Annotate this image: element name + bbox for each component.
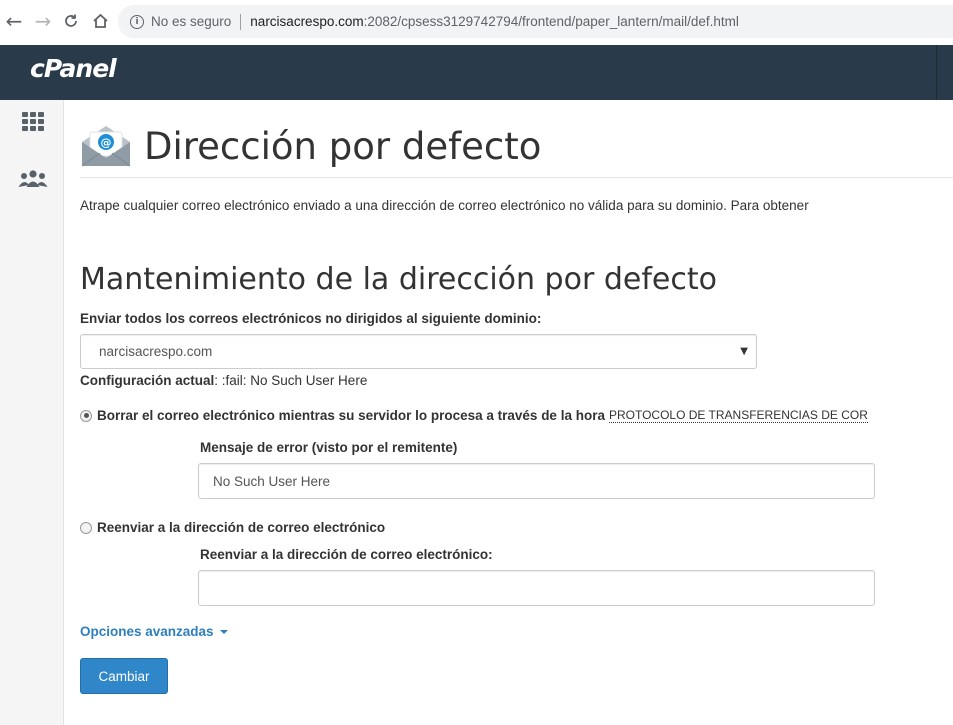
current-setting-value: : :fail: No Such User Here: [214, 373, 368, 388]
forward-arrow-icon[interactable]: →: [31, 9, 55, 33]
forward-radio[interactable]: [80, 521, 92, 534]
page-description: Atrape cualquier correo electrónico envi…: [80, 198, 809, 213]
url-host: narcisacrespo.com: [250, 14, 364, 29]
users-icon[interactable]: [18, 170, 48, 188]
url-path: :2082/cpsess3129742794/frontend/paper_la…: [363, 14, 739, 29]
forward-option[interactable]: Reenviar a la dirección de correo electr…: [80, 520, 385, 535]
email-envelope-icon: @: [81, 126, 131, 167]
main-content: @ Dirección por defecto Atrape cualquier…: [80, 100, 953, 725]
home-icon[interactable]: [88, 9, 112, 33]
title-divider: [80, 177, 953, 178]
discard-label: Borrar el correo electrónico mientras su…: [97, 408, 605, 423]
discard-radio[interactable]: [80, 409, 92, 422]
domain-select[interactable]: narcisacrespo.com ▼: [80, 334, 757, 369]
smtp-abbreviation: PROTOCOLO DE TRANSFERENCIAS DE COR: [608, 408, 868, 423]
error-message-label: Mensaje de error (visto por el remitente…: [200, 440, 458, 455]
page-title: Dirección por defecto: [144, 124, 542, 168]
reload-icon[interactable]: [59, 9, 83, 33]
address-bar[interactable]: i No es seguro narcisacrespo.com:2082/cp…: [118, 5, 953, 38]
page-header: @ Dirección por defecto: [80, 118, 541, 174]
caret-down-icon: [219, 629, 228, 634]
omnibox-divider: [240, 13, 242, 30]
header-divider: [936, 45, 937, 100]
left-sidebar: [0, 100, 64, 725]
discard-option[interactable]: Borrar el correo electrónico mientras su…: [80, 408, 868, 423]
current-setting: Configuración actual: :fail: No Such Use…: [80, 373, 367, 388]
forward-address-input[interactable]: [198, 570, 875, 606]
chevron-down-icon: ▼: [740, 346, 748, 357]
cpanel-header: cPanel: [0, 45, 953, 100]
back-arrow-icon[interactable]: ←: [2, 9, 26, 33]
forward-label: Reenviar a la dirección de correo electr…: [97, 520, 386, 535]
security-indicator: No es seguro: [151, 14, 232, 29]
change-button[interactable]: Cambiar: [80, 658, 168, 694]
cpanel-logo[interactable]: cPanel: [30, 54, 117, 83]
info-icon[interactable]: i: [130, 14, 144, 29]
advanced-options-label: Opciones avanzadas: [80, 624, 214, 639]
advanced-options-link[interactable]: Opciones avanzadas: [80, 624, 228, 639]
section-title: Mantenimiento de la dirección por defect…: [80, 262, 717, 297]
current-setting-label: Configuración actual: [80, 373, 215, 388]
error-message-input[interactable]: No Such User Here: [198, 463, 875, 499]
svg-text:@: @: [101, 136, 112, 149]
forward-address-label: Reenviar a la dirección de correo electr…: [200, 547, 493, 562]
browser-toolbar: ← → i No es seguro narcisacrespo.com:208…: [0, 0, 953, 45]
domain-select-value: narcisacrespo.com: [99, 344, 213, 359]
grid-icon[interactable]: [22, 112, 44, 132]
domain-label: Enviar todos los correos electrónicos no…: [80, 311, 542, 326]
